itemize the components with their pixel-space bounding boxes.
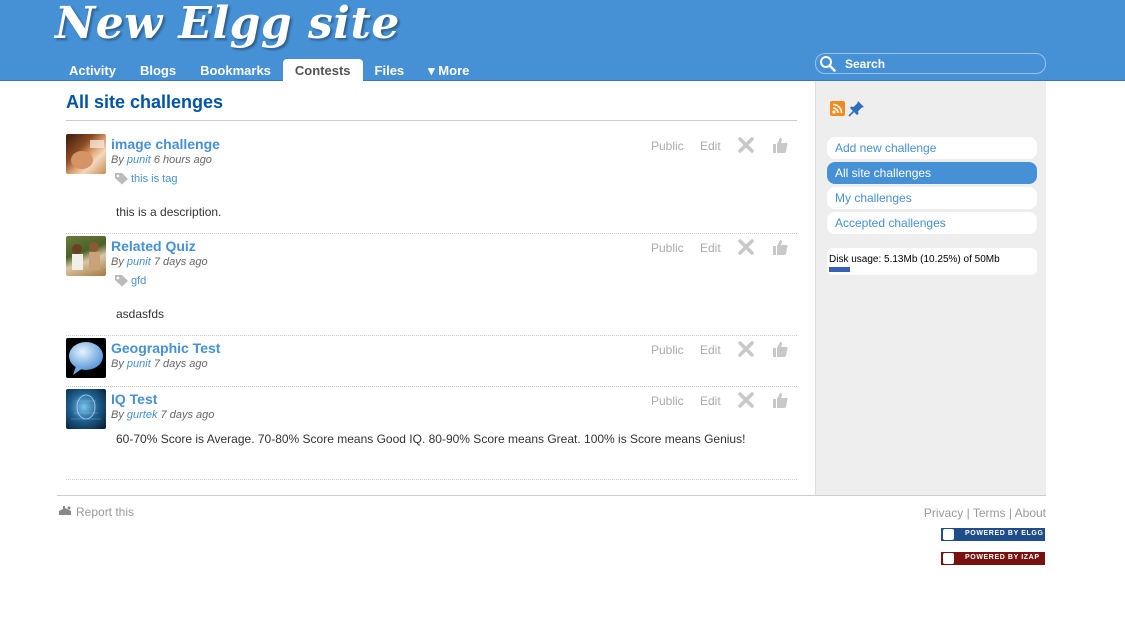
list-item: Geographic Test By punit 7 days ago Publ… (66, 338, 797, 387)
izap-logo-icon (943, 553, 954, 564)
author-link[interactable]: punit (127, 256, 151, 268)
delete-icon[interactable] (737, 136, 755, 154)
sidebar-item-accepted-challenges[interactable]: Accepted challenges (827, 212, 1037, 234)
powered-by-izap-badge[interactable]: POWERED BY IZAP (941, 552, 1045, 565)
disk-usage-bar (829, 267, 850, 272)
sidebar-menu: Add new challenge All site challenges My… (827, 137, 1037, 237)
search-placeholder: Search (845, 57, 886, 71)
privacy-link[interactable]: Privacy (924, 506, 963, 520)
rss-icon[interactable] (830, 101, 845, 116)
page-title: All site challenges (66, 92, 224, 112)
sidebar-item-add-new-challenge[interactable]: Add new challenge (827, 137, 1037, 159)
footer-separator: | (1008, 506, 1012, 520)
byline: By punit 6 hours ago (111, 154, 212, 166)
like-icon[interactable] (771, 340, 789, 358)
author-link[interactable]: punit (127, 358, 151, 370)
search-input[interactable]: Search (815, 53, 1046, 74)
disk-usage-text: Disk usage: 5.13Mb (10.25%) of 50Mb (829, 254, 1000, 265)
byline-prefix: By (111, 358, 124, 370)
challenge-description: 60-70% Score is Average. 70-80% Score me… (116, 432, 746, 446)
edit-link[interactable]: Edit (700, 139, 721, 153)
byline-prefix: By (111, 409, 124, 421)
title-divider (66, 120, 797, 121)
list-item: image challenge By punit 6 hours ago thi… (66, 134, 797, 234)
access-label: Public (651, 139, 684, 153)
challenge-thumbnail[interactable] (66, 389, 106, 429)
byline-prefix: By (111, 256, 124, 268)
challenge-title-link[interactable]: Geographic Test (111, 340, 220, 356)
like-icon[interactable] (771, 391, 789, 409)
delete-icon[interactable] (737, 238, 755, 256)
like-icon[interactable] (771, 136, 789, 154)
footer-divider (57, 495, 1046, 496)
report-this-link[interactable]: Report this (57, 505, 134, 519)
byline: By punit 7 days ago (111, 358, 208, 370)
challenge-description: this is a description. (116, 205, 222, 219)
delete-icon[interactable] (737, 391, 755, 409)
footer-separator: | (966, 506, 970, 520)
badge-izap-text: POWERED BY IZAP (965, 554, 1040, 561)
byline: By punit 7 days ago (111, 256, 208, 268)
sidebar-item-my-challenges[interactable]: My challenges (827, 187, 1037, 209)
edit-link[interactable]: Edit (700, 241, 721, 255)
delete-icon[interactable] (737, 340, 755, 358)
nav-item-bookmarks[interactable]: Bookmarks (188, 59, 283, 81)
edit-link[interactable]: Edit (700, 394, 721, 408)
challenge-description: asdasfds (116, 307, 165, 321)
terms-link[interactable]: Terms (973, 506, 1006, 520)
timestamp: 7 days ago (160, 409, 215, 421)
item-actions: Public Edit (647, 391, 797, 409)
disk-usage: Disk usage: 5.13Mb (10.25%) of 50Mb (827, 248, 1037, 275)
item-actions: Public Edit (647, 340, 797, 358)
challenge-title-link[interactable]: IQ Test (111, 391, 157, 407)
item-actions: Public Edit (647, 238, 797, 256)
author-link[interactable]: gurtek (127, 409, 158, 421)
challenge-title-link[interactable]: Related Quiz (111, 238, 196, 254)
search-icon (820, 56, 836, 72)
access-label: Public (651, 394, 684, 408)
nav-item-contests[interactable]: Contests (282, 59, 363, 81)
powered-by-elgg-badge[interactable]: POWERED BY ELGG (941, 528, 1045, 541)
timestamp: 7 days ago (153, 358, 208, 370)
footer-links: Privacy | Terms | About (924, 506, 1046, 520)
site-header: New Elgg site Activity Blogs Bookmarks C… (0, 0, 1125, 81)
item-actions: Public Edit (647, 136, 797, 154)
edit-link[interactable]: Edit (700, 343, 721, 357)
report-label: Report this (76, 505, 135, 519)
list-item: IQ Test By gurtek 7 days ago 60-70% Scor… (66, 389, 797, 480)
elgg-logo-icon (943, 529, 954, 540)
tags: this is tag (114, 172, 177, 185)
tag-icon (115, 173, 128, 185)
challenge-thumbnail[interactable] (66, 134, 106, 174)
timestamp: 6 hours ago (153, 154, 212, 166)
list-item: Related Quiz By punit 7 days ago gfd asd… (66, 236, 797, 336)
about-link[interactable]: About (1015, 506, 1046, 520)
nav-item-more[interactable]: ▾ More (416, 59, 481, 81)
badge-elgg-text: POWERED BY ELGG (965, 530, 1044, 537)
sidebar-item-all-site-challenges[interactable]: All site challenges (827, 162, 1037, 184)
tag-link[interactable]: this is tag (131, 173, 177, 185)
report-icon (59, 506, 71, 515)
challenge-title-link[interactable]: image challenge (111, 136, 220, 152)
site-title[interactable]: New Elgg site (55, 0, 400, 49)
tags: gfd (114, 274, 146, 287)
byline-prefix: By (111, 154, 124, 166)
nav-item-blogs[interactable]: Blogs (128, 59, 188, 81)
nav-item-files[interactable]: Files (363, 59, 417, 81)
nav-item-activity[interactable]: Activity (57, 59, 128, 81)
sidebar: Add new challenge All site challenges My… (815, 81, 1046, 495)
byline: By gurtek 7 days ago (111, 409, 214, 421)
tag-icon (115, 275, 128, 287)
pin-icon[interactable] (848, 100, 865, 117)
timestamp: 7 days ago (153, 256, 208, 268)
challenge-thumbnail[interactable] (66, 338, 106, 378)
access-label: Public (651, 343, 684, 357)
like-icon[interactable] (771, 238, 789, 256)
main-nav: Activity Blogs Bookmarks Contests Files … (57, 59, 481, 81)
tag-link[interactable]: gfd (131, 275, 146, 287)
access-label: Public (651, 241, 684, 255)
challenge-thumbnail[interactable] (66, 236, 106, 276)
author-link[interactable]: punit (127, 154, 151, 166)
